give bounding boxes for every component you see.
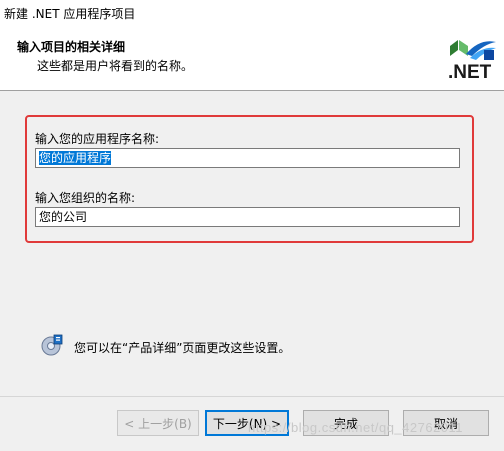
- company-name-value: 您的公司: [39, 210, 88, 224]
- header-title: 输入项目的相关详细: [17, 40, 126, 54]
- watermark-text: https://blog.csdn.net/qq_42762011: [248, 420, 464, 435]
- company-name-input[interactable]: 您的公司: [35, 207, 460, 227]
- company-name-label: 输入您组织的名称:: [35, 191, 136, 205]
- logo-text: .NET: [448, 62, 492, 83]
- app-name-input[interactable]: 您的应用程序: [35, 148, 460, 168]
- product-settings-icon: [40, 333, 64, 360]
- app-name-label: 输入您的应用程序名称:: [35, 132, 160, 146]
- app-name-value: 您的应用程序: [39, 151, 112, 165]
- title-bar: 新建 .NET 应用程序项目: [0, 0, 504, 26]
- footer-separator: [0, 396, 504, 397]
- dotnet-logo-icon: .NET: [446, 34, 498, 84]
- wizard-header: 输入项目的相关详细 这些都是用户将看到的名称。 .NET: [0, 26, 504, 91]
- header-subtitle: 这些都是用户将看到的名称。: [37, 59, 194, 73]
- window-title: 新建 .NET 应用程序项目: [4, 7, 136, 21]
- info-text: 您可以在“产品详细”页面更改这些设置。: [74, 341, 291, 355]
- back-button[interactable]: < 上一步(B): [117, 410, 199, 436]
